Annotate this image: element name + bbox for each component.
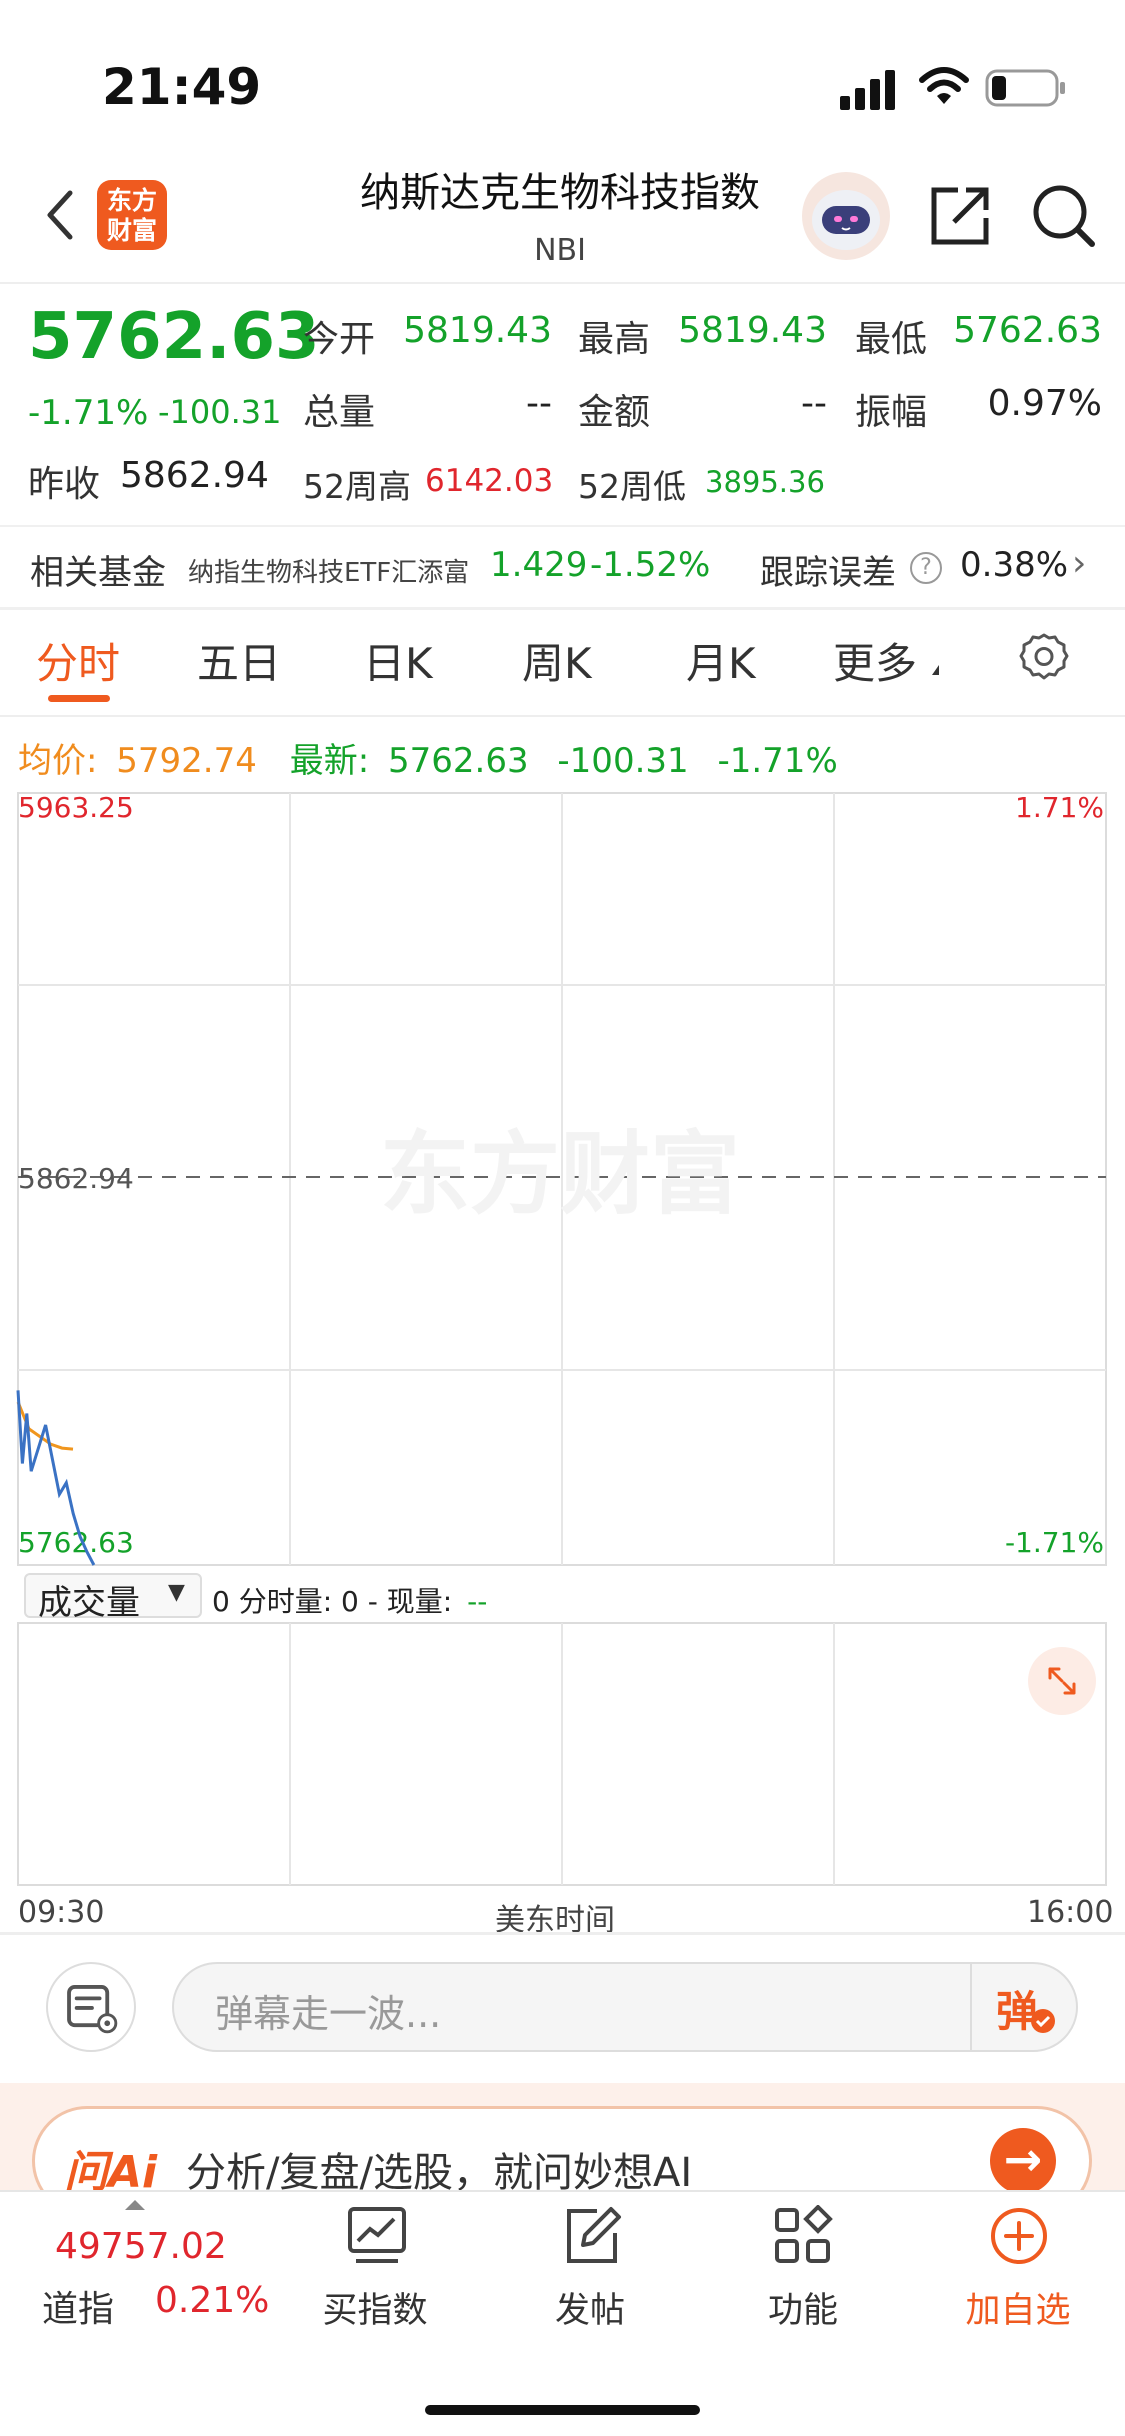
tracking-error-label: 跟踪误差 [760,553,896,593]
y-mid-label: 5862.94 [18,1162,134,1195]
caret-up-icon [125,2200,145,2210]
avg-price-value: 5792.74 [116,741,257,781]
share-icon[interactable] [928,184,992,248]
buy-index-icon[interactable] [346,2205,408,2267]
low-label: 最低 [855,319,928,360]
related-fund-change: -1.52% [590,545,711,585]
volume-select-label: 成交量 [38,1583,140,1623]
intraday-chart[interactable]: 东方财富 5963.25 5862.94 5762.63 1.71% -1.71… [0,785,1125,1905]
change-amount: -100.31 [158,393,282,431]
latest-price-value: 5762.63 [387,741,529,781]
right-max-label: 1.71% [1015,791,1104,824]
nav-add-watchlist[interactable]: 加自选 [918,2282,1118,2333]
logo-text-1: 东方 [106,186,157,215]
help-icon[interactable]: ? [910,552,942,584]
dow-index-value[interactable]: 49757.02 [55,2226,227,2267]
tab-weekly-k[interactable]: 周K [522,630,592,691]
related-fund-price: 1.429 [490,545,588,585]
volume-info-text: 0 分时量: 0 - 现量: [212,1585,453,1618]
header-divider [0,282,1125,284]
prev-close-label: 昨收 [28,464,101,505]
open-label: 今开 [303,319,376,360]
volume-info-dash: -- [467,1585,488,1618]
wifi-icon [919,67,969,104]
page-subtitle: NBI [534,233,586,268]
price-info-row: 均价: 5792.74 最新: 5762.63 -100.31 -1.71% [18,733,838,782]
back-icon[interactable] [40,185,80,245]
week52-low-value: 3895.36 [705,465,825,499]
latest-percent: -1.71% [717,741,838,781]
nav-buy-index[interactable]: 买指数 [275,2282,475,2333]
volume-value: -- [526,383,552,424]
high-value: 5819.43 [678,310,827,351]
chevron-right-icon[interactable]: › [1072,543,1086,584]
time-start-label: 09:30 [18,1895,105,1930]
week52-high-label: 52周高 [303,467,411,506]
amount-value: -- [801,383,827,424]
volume-info: 0 分时量: 0 - 现量: -- [212,1580,487,1620]
tab-more[interactable]: 更多 [833,630,917,691]
prev-close-value: 5862.94 [120,455,269,496]
current-price: 5762.63 [28,300,320,374]
post-icon[interactable] [561,2205,623,2267]
change-percent: -1.71% [28,393,149,433]
tab-five-day[interactable]: 五日 [197,630,281,691]
logo-text-2: 财富 [106,216,157,245]
chart-bottom-divider [0,1932,1125,1935]
time-end-label: 16:00 [1027,1895,1114,1930]
danmu-settings-icon[interactable] [46,1962,136,2052]
fund-divider [0,607,1125,610]
ai-robot-avatar-icon[interactable] [800,170,892,262]
eastmoney-logo: 东方 财富 [97,180,167,250]
check-badge-icon [1031,2009,1055,2033]
expand-icon[interactable] [1028,1647,1096,1715]
latest-price-label: 最新: [289,741,370,781]
cellular-signal-icon [840,70,895,110]
arrow-right-icon[interactable]: → [990,2128,1056,2194]
latest-change: -100.31 [557,741,689,781]
battery-icon [985,69,1065,107]
amplitude-label: 振幅 [855,392,928,433]
volume-grid [17,1622,1107,1886]
nav-post[interactable]: 发帖 [490,2282,690,2333]
week52-high-value: 6142.03 [425,463,554,499]
amplitude-value: 0.97% [987,383,1102,424]
tabs-divider [0,715,1125,717]
dow-index-percent[interactable]: 0.21% [155,2280,269,2321]
tab-daily-k[interactable]: 日K [363,630,433,691]
related-fund-name[interactable]: 纳指生物科技ETF汇添富 [188,552,469,589]
volume-label: 总量 [303,392,376,433]
add-watchlist-icon[interactable] [988,2205,1050,2267]
open-value: 5819.43 [403,310,552,351]
dropdown-arrow-icon: ▼ [168,1580,185,1605]
high-label: 最高 [578,319,651,360]
gear-icon[interactable] [1018,632,1070,684]
status-time: 21:49 [102,58,262,116]
search-icon[interactable] [1030,182,1096,248]
danmu-divider [970,1964,972,2050]
tab-intraday[interactable]: 分时 [36,630,120,691]
low-value: 5762.63 [953,310,1102,351]
related-fund-label: 相关基金 [30,553,166,593]
tracking-error-value: 0.38% [960,545,1069,585]
more-dropdown-icon [932,665,939,675]
y-min-label: 5762.63 [18,1526,134,1559]
dow-index-name[interactable]: 道指 [42,2280,114,2332]
amount-label: 金额 [578,392,651,433]
home-indicator [425,2405,700,2415]
right-min-label: -1.71% [1005,1526,1104,1559]
y-max-label: 5963.25 [18,791,134,824]
active-tab-indicator [48,695,110,702]
page-title: 纳斯达克生物科技指数 [360,170,760,216]
danmu-placeholder: 弹幕走一波... [215,1992,442,2036]
avg-price-label: 均价: [18,741,98,781]
watermark: 东方财富 [380,1122,740,1227]
nav-functions[interactable]: 功能 [703,2282,903,2333]
week52-low-label: 52周低 [578,467,686,506]
functions-icon[interactable] [772,2205,834,2267]
tab-monthly-k[interactable]: 月K [686,630,756,691]
